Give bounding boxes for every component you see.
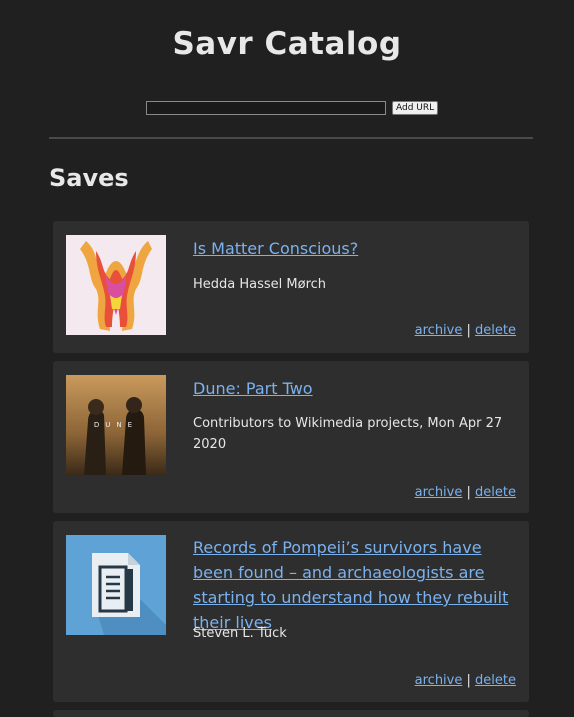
save-author: Steven L. Tuck xyxy=(193,626,287,641)
save-card: DUNE Dune: Part Two Contributors to Wiki… xyxy=(53,361,529,513)
delete-link[interactable]: delete xyxy=(475,323,516,338)
separator: | xyxy=(466,673,471,688)
save-author: Contributors to Wikimedia projects, Mon … xyxy=(193,416,503,452)
archive-link[interactable]: archive xyxy=(415,323,463,338)
save-actions: archive | delete xyxy=(415,323,516,338)
save-actions: archive | delete xyxy=(415,485,516,500)
divider xyxy=(49,137,533,139)
section-title: Saves xyxy=(49,164,129,192)
archive-link[interactable]: archive xyxy=(415,485,463,500)
save-card: Records of Pompeii’s survivors have been… xyxy=(53,521,529,702)
delete-link[interactable]: delete xyxy=(475,673,516,688)
save-thumbnail-image[interactable]: DUNE xyxy=(66,375,166,475)
add-url-form: Add URL xyxy=(146,101,439,115)
save-card: Is Matter Conscious? Hedda Hassel Mørch … xyxy=(53,221,529,353)
save-title-link[interactable]: Is Matter Conscious? xyxy=(193,236,513,261)
separator: | xyxy=(466,485,471,500)
page-title: Savr Catalog xyxy=(172,26,402,62)
save-title-link[interactable]: Records of Pompeii’s survivors have been… xyxy=(193,535,513,635)
url-input[interactable] xyxy=(146,101,386,115)
dune-logo-text: DUNE xyxy=(93,421,139,429)
save-actions: archive | delete xyxy=(415,673,516,688)
save-thumbnail-image[interactable] xyxy=(66,235,166,335)
archive-link[interactable]: archive xyxy=(415,673,463,688)
document-icon[interactable] xyxy=(66,535,166,635)
separator: | xyxy=(466,323,471,338)
save-title-link[interactable]: Dune: Part Two xyxy=(193,376,513,401)
save-card xyxy=(53,710,529,717)
delete-link[interactable]: delete xyxy=(475,485,516,500)
add-url-button[interactable]: Add URL xyxy=(392,101,439,115)
save-author: Hedda Hassel Mørch xyxy=(193,277,327,292)
